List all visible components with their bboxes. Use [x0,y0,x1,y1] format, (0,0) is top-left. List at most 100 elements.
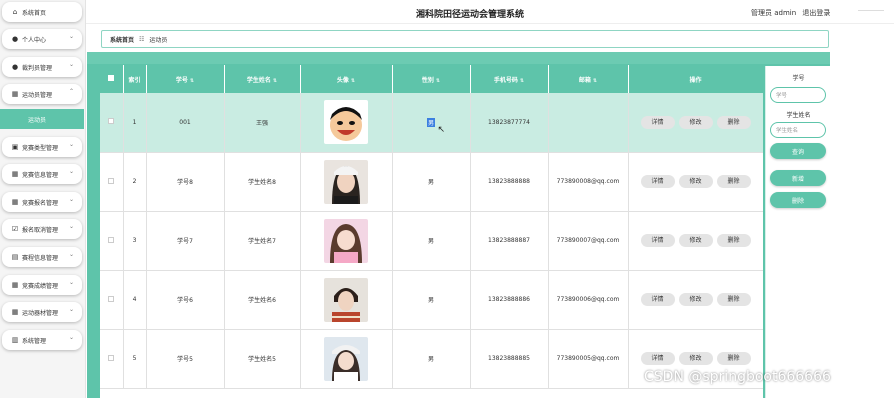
cell-index: 1 [123,93,147,153]
cell-email: 773890005@qq.com [548,329,629,389]
delete-button[interactable]: 删除 [716,175,751,188]
select-all-checkbox[interactable] [100,65,124,93]
detail-button[interactable]: 详情 [640,115,675,129]
cell-avatar [300,329,393,389]
sidebar-item-label: 系统管理 [22,337,47,345]
row-checkbox[interactable] [100,152,124,212]
detail-button[interactable]: 详情 [640,352,675,365]
table-row[interactable]: 1 001 王强 男 ↖ 13823877774 详情 修改 删除 [100,93,763,153]
edit-button[interactable]: 修改 [678,115,713,129]
col-actions: 操作 [628,65,763,93]
table-row[interactable]: 2 学号8 学生姓名8 男 13823888888 773890008@qq.c… [100,152,763,212]
breadcrumb-home[interactable]: 系统首页 [110,35,134,44]
edit-button[interactable]: 修改 [678,352,713,365]
cell-name: 王强 [224,93,301,153]
chevron-down-icon: ⌄ [68,168,74,175]
avatar [324,100,368,145]
detail-button[interactable]: 详情 [640,293,675,306]
cell-name: 学生姓名8 [224,152,301,212]
cell-phone: 13823888886 [470,270,549,330]
cell-gender: 男 [392,152,471,212]
sidebar-item-competition-types[interactable]: ▣ 竞赛类型管理 ⌄ [2,137,82,157]
delete-button[interactable]: 删除 [716,293,751,306]
breadcrumb-current: 运动员 [149,36,168,44]
sidebar-item-schedule[interactable]: ▤ 赛程信息管理 ⌄ [2,247,82,267]
avatar [324,218,368,263]
logout-link[interactable]: 退出登录 [802,9,830,17]
student-no-label: 学号 [792,75,805,82]
cell-email: 773890006@qq.com [548,270,629,330]
sidebar-item-system[interactable]: ▥ 系统管理 ⌄ [2,330,82,350]
cell-gender: 男 [392,270,471,330]
delete-button[interactable]: 删除 [716,234,751,247]
cell-email: 773890008@qq.com [548,152,629,212]
sidebar-item-scores[interactable]: ▦ 竞赛成绩管理 ⌄ [2,275,82,295]
table-row[interactable]: 4 学号6 学生姓名6 男 13823888886 773890006@qq.c… [100,270,763,330]
cell-avatar [300,152,393,212]
sidebar-item-registration[interactable]: ▦ 竞赛报名管理 ⌄ [2,192,82,212]
sidebar-item-competition-info[interactable]: ▦ 竞赛信息管理 ⌄ [2,164,82,184]
sidebar-item-registration-cancel[interactable]: ☑ 报名取消管理 ⌄ [2,219,82,239]
cell-index: 3 [123,211,147,271]
row-checkbox[interactable] [100,270,124,330]
detail-button[interactable]: 详情 [640,175,675,188]
sort-icon: ⇅ [592,77,598,84]
top-header: 湘科院田径运动会管理系统 管理员 admin 退出登录 [86,0,894,24]
add-button[interactable]: 新增 [770,170,826,186]
checkbox-icon: ☑ [11,225,19,233]
col-index: 索引 [123,65,147,93]
sidebar-item-referees[interactable]: ● 裁判员管理 ⌄ [2,57,82,77]
edit-button[interactable]: 修改 [678,293,713,306]
avatar [324,336,368,381]
col-name[interactable]: 学生姓名 ⇅ [224,65,301,93]
sidebar-item-label: 裁判员管理 [22,64,53,72]
delete-button[interactable]: 删除 [716,115,751,129]
sidebar-item-label: 报名取消管理 [22,226,59,234]
query-button[interactable]: 查询 [770,143,826,159]
sidebar-subitem-label: 运动员 [28,116,47,124]
col-student-no[interactable]: 学号 ⇅ [146,65,225,93]
delete-button[interactable]: 删除 [716,352,751,365]
detail-button[interactable]: 详情 [640,234,675,247]
sidebar-item-athletes[interactable]: ▦ 运动员管理 ⌃ [2,84,82,104]
cell-phone: 13823888887 [470,211,549,271]
mouse-cursor-icon: ↖ [437,125,446,135]
table-row[interactable]: 3 学号7 学生姓名7 男 13823888887 773890007@qq.c… [100,211,763,271]
divider [858,10,884,11]
edit-button[interactable]: 修改 [678,175,713,188]
chevron-down-icon: ⌄ [68,61,74,68]
cell-phone: 13823888888 [470,152,549,212]
cell-index: 2 [123,152,147,212]
edit-button[interactable]: 修改 [678,234,713,247]
sort-icon: ⇅ [435,77,441,84]
student-no-input[interactable]: 学号 [770,87,826,103]
student-name-label: 学生姓名 [786,112,811,119]
chevron-down-icon: ⌄ [68,306,74,313]
watermark: CSDN @springboot666666 [644,369,831,385]
sidebar-item-home[interactable]: ⌂ 系统首页 [2,2,82,22]
sort-icon: ⇅ [272,77,278,84]
row-checkbox[interactable] [100,211,124,271]
sidebar-item-equipment[interactable]: ▦ 运动器材管理 ⌄ [2,302,82,322]
sidebar-item-profile[interactable]: ● 个人中心 ⌄ [2,29,82,49]
gender-highlight: 男 [426,117,435,127]
col-gender[interactable]: 性别 ⇅ [392,65,471,93]
sidebar-item-label: 竞赛信息管理 [22,171,59,179]
sidebar-item-label: 个人中心 [22,36,47,44]
sidebar-subitem-athlete[interactable]: 运动员 [0,109,84,129]
breadcrumb: 系统首页 ☷ 运动员 [101,30,829,48]
chevron-down-icon: ⌄ [68,196,74,203]
sort-icon: ⇅ [350,77,356,84]
cell-actions: 详情 修改 删除 [628,152,763,212]
cell-name: 学生姓名6 [224,270,301,330]
sidebar-item-label: 竞赛报名管理 [22,199,59,207]
col-phone[interactable]: 手机号码 ⇅ [470,65,549,93]
student-name-input[interactable]: 学生姓名 [770,122,826,138]
col-avatar[interactable]: 头像 ⇅ [300,65,393,93]
batch-delete-button[interactable]: 删除 [770,192,826,208]
row-checkbox[interactable] [100,93,124,153]
cell-avatar [300,211,393,271]
col-email[interactable]: 邮箱 ⇅ [548,65,629,93]
cell-name: 学生姓名7 [224,211,301,271]
row-checkbox[interactable] [100,329,124,389]
